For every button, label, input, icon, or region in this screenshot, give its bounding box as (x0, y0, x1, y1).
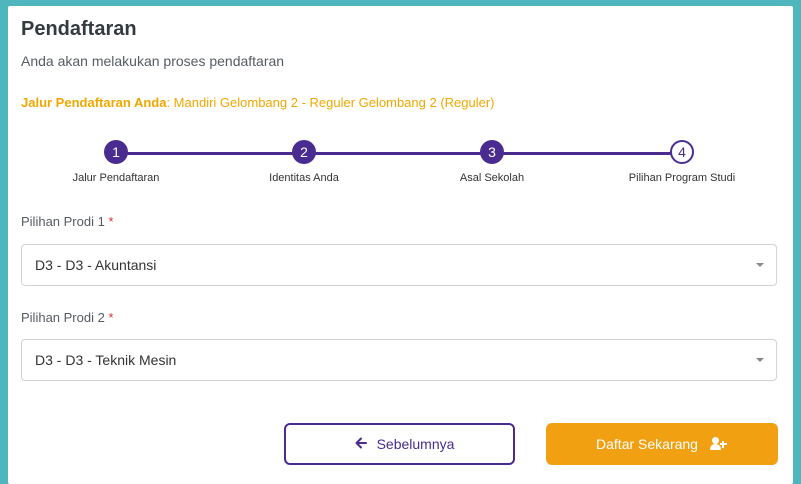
page-subtitle: Anda akan melakukan proses pendaftaran (21, 53, 285, 69)
step-1-label: Jalur Pendaftaran (72, 172, 160, 184)
register-now-button[interactable]: Daftar Sekarang (546, 423, 778, 465)
prodi2-label: Pilihan Prodi 2 * (21, 310, 114, 325)
jalur-info: Jalur Pendaftaran Anda: Mandiri Gelomban… (21, 95, 495, 110)
step-3-label: Asal Sekolah (459, 172, 525, 184)
user-plus-icon (709, 437, 728, 451)
required-mark: * (108, 310, 114, 325)
prodi2-select[interactable]: D3 - D3 - Teknik Mesin (21, 339, 777, 381)
previous-button-label: Sebelumnya (376, 436, 455, 452)
prodi1-value: D3 - D3 - Akuntansi (35, 257, 157, 273)
required-mark: * (108, 214, 114, 229)
registration-card: Pendaftaran Anda akan melakukan proses p… (8, 6, 793, 484)
page-title: Pendaftaran (21, 18, 137, 40)
step-1-circle: 1 (104, 140, 128, 164)
arrow-left-icon (355, 436, 367, 452)
chevron-down-icon (756, 358, 764, 362)
prodi1-label: Pilihan Prodi 1 * (21, 214, 114, 229)
prodi1-select[interactable]: D3 - D3 - Akuntansi (21, 244, 777, 286)
chevron-down-icon (756, 263, 764, 267)
step-3-circle: 3 (480, 140, 504, 164)
jalur-value: : Mandiri Gelombang 2 - Reguler Gelomban… (166, 95, 495, 110)
jalur-label: Jalur Pendaftaran Anda (21, 95, 167, 110)
step-4-label: Pilihan Program Studi (628, 172, 736, 184)
register-now-button-label: Daftar Sekarang (596, 436, 698, 452)
stepper-progress-line (116, 152, 682, 155)
step-4-circle: 4 (670, 140, 694, 164)
previous-button[interactable]: Sebelumnya (284, 423, 515, 465)
prodi2-value: D3 - D3 - Teknik Mesin (35, 352, 177, 368)
step-2-label: Identitas Anda (269, 172, 339, 184)
step-2-circle: 2 (292, 140, 316, 164)
